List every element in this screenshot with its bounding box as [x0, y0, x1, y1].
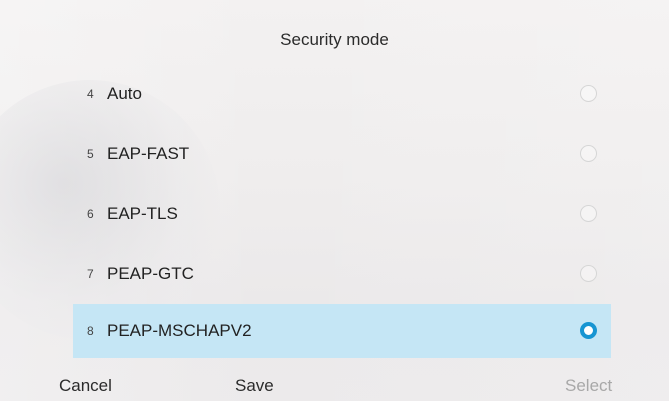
radio-unselected-icon[interactable]: [580, 205, 597, 222]
option-number: 6: [87, 207, 94, 221]
security-mode-list: 4 Auto 5 EAP-FAST 6 EAP-TLS 7 PEAP-GTC 8…: [73, 64, 611, 358]
option-eap-fast[interactable]: 5 EAP-FAST: [73, 124, 611, 184]
option-peap-mschapv2[interactable]: 8 PEAP-MSCHAPV2: [73, 304, 611, 358]
security-mode-screen: Security mode 4 Auto 5 EAP-FAST 6 EAP-TL…: [0, 0, 669, 401]
option-label: Auto: [107, 84, 142, 103]
option-label: PEAP-GTC: [107, 264, 194, 283]
option-label: EAP-TLS: [107, 204, 178, 223]
option-number: 7: [87, 267, 94, 281]
softkey-bar: Cancel Save Select: [0, 376, 669, 398]
select-button[interactable]: Select: [565, 376, 612, 396]
radio-unselected-icon[interactable]: [580, 145, 597, 162]
option-number: 5: [87, 147, 94, 161]
save-button[interactable]: Save: [235, 376, 274, 396]
option-auto[interactable]: 4 Auto: [73, 64, 611, 124]
option-peap-gtc[interactable]: 7 PEAP-GTC: [73, 244, 611, 304]
option-number: 8: [87, 324, 94, 338]
option-number: 4: [87, 87, 94, 101]
page-title: Security mode: [280, 30, 389, 49]
radio-unselected-icon[interactable]: [580, 85, 597, 102]
option-label: EAP-FAST: [107, 144, 190, 163]
option-label: PEAP-MSCHAPV2: [107, 321, 252, 340]
radio-selected-icon[interactable]: [580, 322, 597, 339]
radio-unselected-icon[interactable]: [580, 265, 597, 282]
cancel-button[interactable]: Cancel: [59, 376, 112, 396]
option-eap-tls[interactable]: 6 EAP-TLS: [73, 184, 611, 244]
